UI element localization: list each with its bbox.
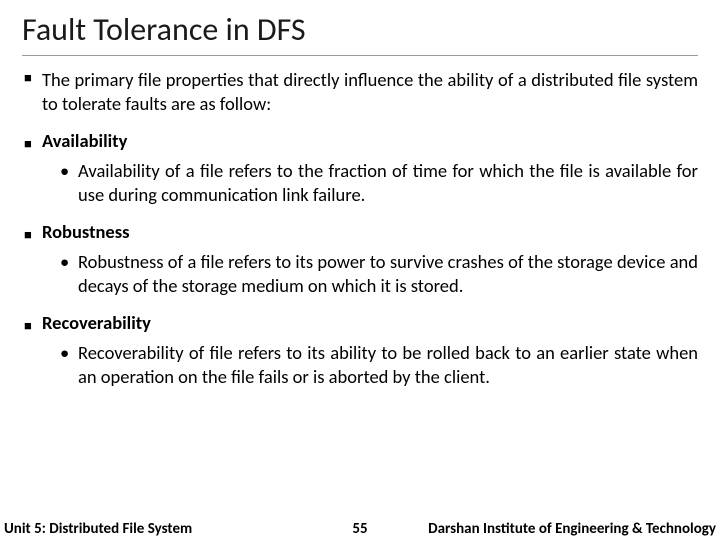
availability-heading: Availability [42, 129, 127, 152]
dot-bullet-icon: • [60, 250, 78, 274]
robustness-body: Robustness of a file refers to its power… [78, 250, 698, 297]
bullet-availability-body: •Availability of a file refers to the fr… [78, 159, 698, 206]
bullet-intro: ■The primary file properties that direct… [42, 68, 698, 115]
recoverability-heading: Recoverability [42, 311, 151, 334]
robustness-heading: Robustness [42, 220, 129, 243]
slide-footer: Unit 5: Distributed File System 55 Darsh… [0, 520, 720, 538]
footer-page-number: 55 [352, 520, 367, 538]
slide-title: Fault Tolerance in DFS [22, 10, 698, 56]
bullet-robustness-body: •Robustness of a file refers to its powe… [78, 250, 698, 297]
bullet-robustness-heading: ■Robustness [42, 220, 698, 244]
square-bullet-icon: ■ [24, 319, 42, 336]
intro-text: The primary file properties that directl… [42, 68, 698, 115]
availability-body: Availability of a file refers to the fra… [78, 159, 698, 206]
dot-bullet-icon: • [60, 341, 78, 365]
bullet-availability-heading: ■Availability [42, 129, 698, 153]
square-bullet-icon: ■ [24, 71, 42, 88]
recoverability-body: Recoverability of file refers to its abi… [78, 341, 698, 388]
dot-bullet-icon: • [60, 159, 78, 183]
slide-content: ■The primary file properties that direct… [22, 68, 698, 388]
bullet-recoverability-heading: ■Recoverability [42, 311, 698, 335]
square-bullet-icon: ■ [24, 137, 42, 154]
square-bullet-icon: ■ [24, 228, 42, 245]
bullet-recoverability-body: •Recoverability of file refers to its ab… [78, 341, 698, 388]
